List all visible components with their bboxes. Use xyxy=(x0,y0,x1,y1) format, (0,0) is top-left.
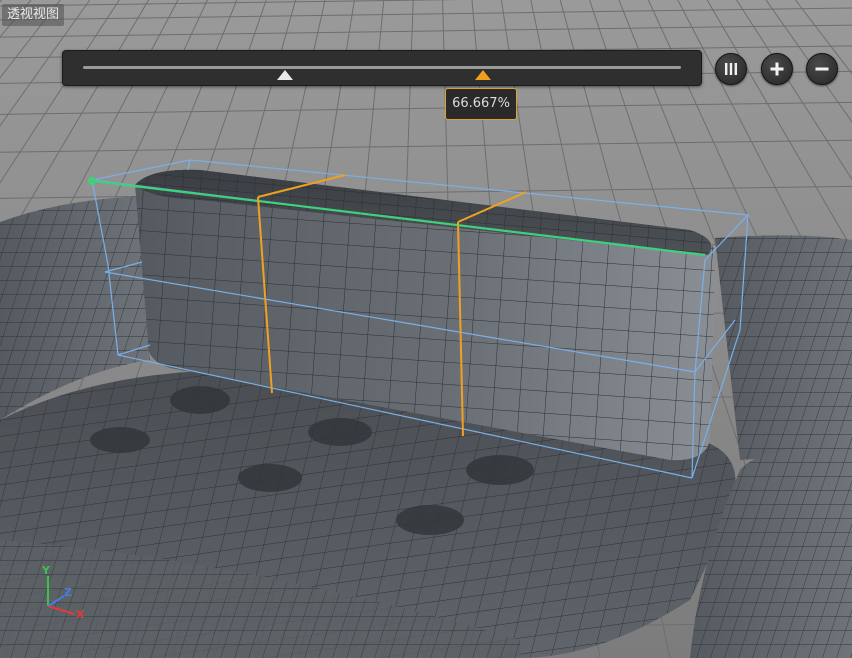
axis-y-label: Y xyxy=(42,564,50,577)
axis-z-label: Z xyxy=(64,586,72,599)
view-label: 透视视图 xyxy=(2,4,65,26)
remove-cut-button[interactable] xyxy=(806,53,838,85)
minus-icon xyxy=(815,67,829,71)
plus-icon xyxy=(770,62,784,76)
axis-x-label: X xyxy=(76,608,85,621)
slider-handle-start[interactable] xyxy=(277,70,293,80)
axis-gizmo: Y Z X xyxy=(38,564,90,622)
loop-cut-slider[interactable] xyxy=(62,50,702,86)
slider-track[interactable] xyxy=(83,66,681,69)
pause-icon xyxy=(725,63,737,75)
percent-readout: 66.667% xyxy=(445,88,517,120)
3d-scene[interactable] xyxy=(0,0,852,658)
pause-button[interactable] xyxy=(715,53,747,85)
add-cut-button[interactable] xyxy=(761,53,793,85)
perspective-viewport[interactable]: 透视视图 66.667% Y Z X xyxy=(0,0,852,658)
slider-handle-active[interactable] xyxy=(475,70,491,80)
